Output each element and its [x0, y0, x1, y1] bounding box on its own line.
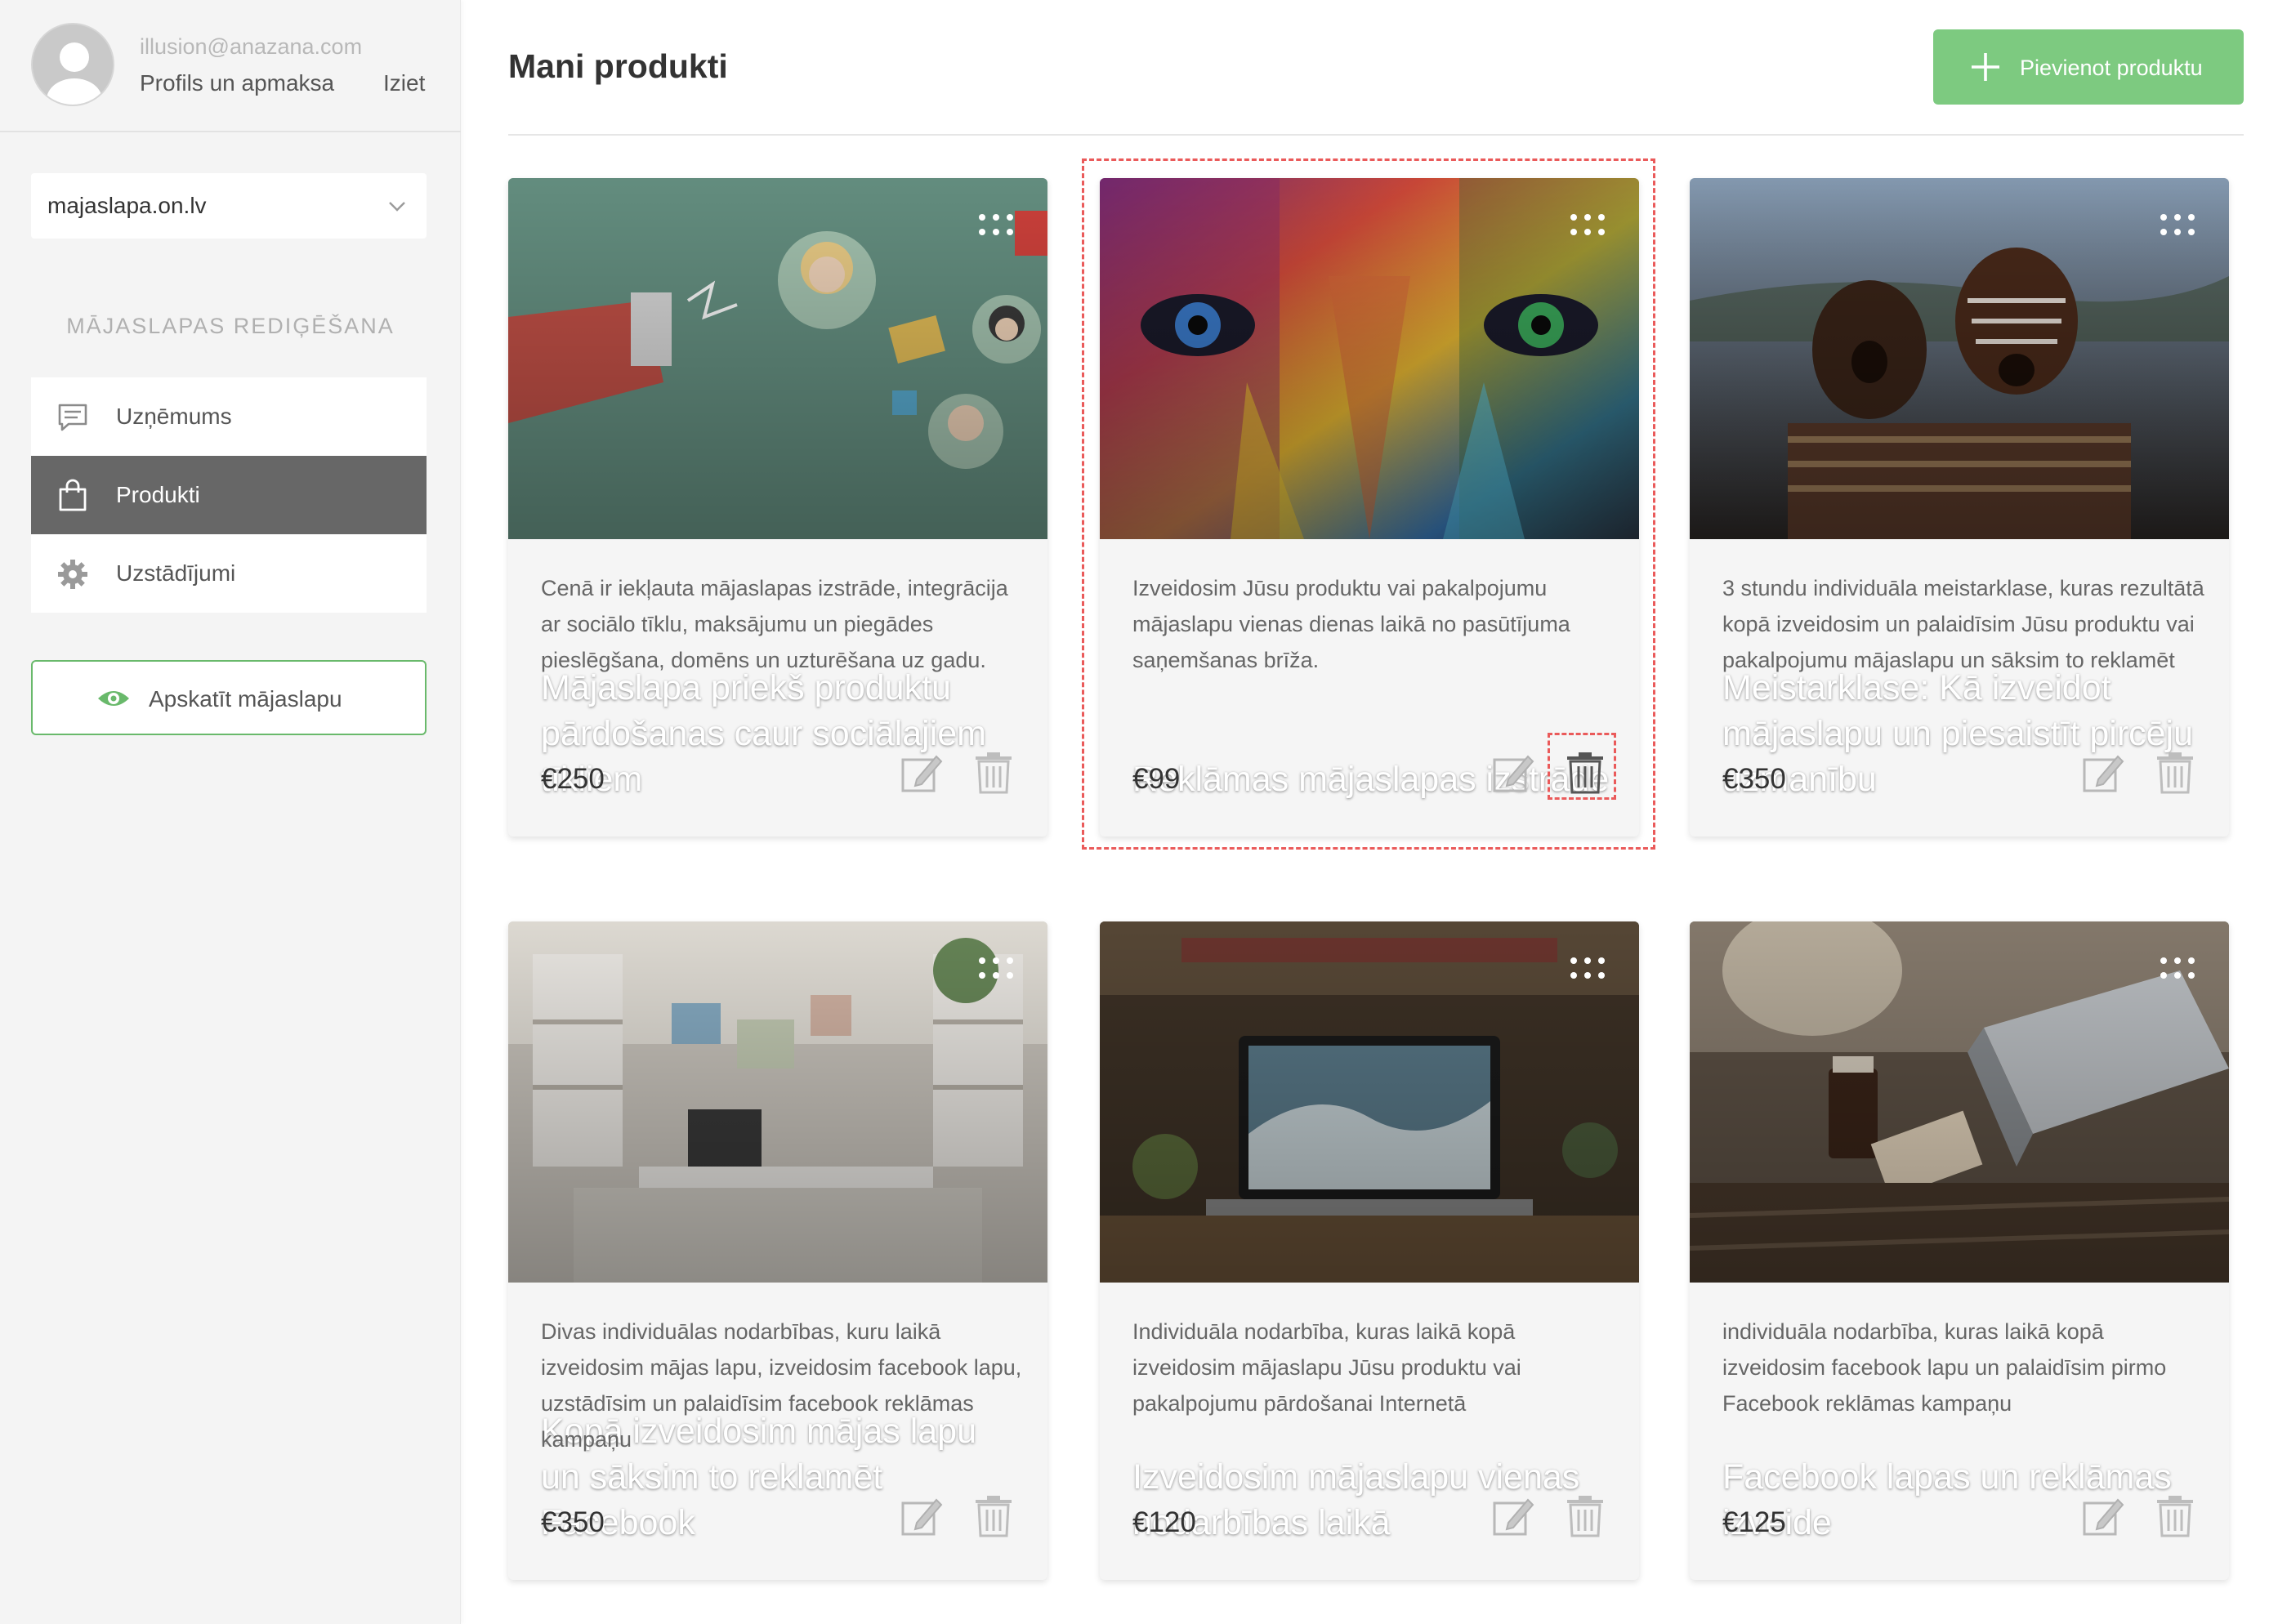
user-email: illusion@anazana.com: [140, 34, 363, 59]
sidebar-item-settings[interactable]: Uzstādījumi: [31, 534, 427, 613]
image-overlay: [1690, 178, 2229, 539]
more-options-icon[interactable]: [2159, 956, 2196, 980]
product-card[interactable]: Facebook lapas un reklāmas izveide indiv…: [1690, 921, 2229, 1580]
add-product-button[interactable]: Pievienot produktu: [1933, 29, 2244, 105]
gear-icon: [58, 560, 87, 589]
section-title: MĀJASLAPAS REDIĢĒŠANA: [66, 314, 395, 338]
image-overlay: [508, 178, 1047, 539]
trash-icon[interactable]: [1566, 1495, 1605, 1537]
logout-link[interactable]: Iziet: [383, 70, 425, 96]
view-site-button[interactable]: Apskatīt mājaslapu: [31, 660, 427, 735]
chevron-down-icon: [389, 202, 405, 212]
product-card[interactable]: Reklāmas mājaslapas izstrāde Izveidosim …: [1100, 178, 1639, 837]
product-price: €120: [1132, 1506, 1196, 1538]
sidebar-item-label: Uzstādījumi: [116, 560, 236, 586]
image-overlay: [508, 921, 1047, 1283]
plus-icon: [1972, 53, 1999, 81]
product-card[interactable]: Meistarklase: Kā izveidot mājaslapu un p…: [1690, 178, 2229, 837]
site-selector-dropdown[interactable]: majaslapa.on.lv: [31, 173, 427, 239]
product-title: Meistarklase: Kā izveidot mājaslapu un p…: [1722, 668, 2194, 799]
edit-icon[interactable]: [900, 1495, 943, 1537]
site-selector-value: majaslapa.on.lv: [47, 193, 207, 218]
edit-icon[interactable]: [1492, 752, 1534, 794]
bag-icon: [59, 479, 87, 511]
product-price: €250: [541, 763, 605, 795]
eye-icon: [98, 691, 129, 706]
header-divider: [508, 134, 2244, 136]
more-options-icon[interactable]: [977, 956, 1015, 980]
chat-icon: [58, 404, 87, 431]
image-overlay: [1100, 921, 1639, 1283]
product-description: Cenā ir iekļauta mājaslapas izstrāde, in…: [541, 576, 1008, 672]
sidebar-item-company[interactable]: Uzņēmums: [31, 377, 427, 456]
product-description: Individuāla nodarbība, kuras laikā kopā …: [1132, 1319, 1521, 1416]
trash-icon[interactable]: [974, 752, 1013, 794]
profile-billing-link[interactable]: Profils un apmaksa: [140, 70, 334, 96]
trash-icon[interactable]: [2155, 1495, 2195, 1537]
trash-icon[interactable]: [2155, 752, 2195, 794]
sidebar-menu: Uzņēmums Produkti Uzstādījumi: [31, 377, 427, 613]
product-card[interactable]: Mājaslapa priekš produktu pārdošanas cau…: [508, 178, 1047, 837]
trash-icon[interactable]: [1566, 752, 1605, 794]
sidebar-item-products[interactable]: Produkti: [31, 456, 427, 534]
more-options-icon[interactable]: [1569, 956, 1606, 980]
product-price: €350: [541, 1506, 605, 1538]
view-site-label: Apskatīt mājaslapu: [149, 686, 342, 712]
product-description: Izveidosim Jūsu produktu vai pakalpojumu…: [1132, 576, 1570, 672]
edit-icon[interactable]: [1492, 1495, 1534, 1537]
product-description: 3 stundu individuāla meistarklase, kuras…: [1722, 576, 2204, 672]
trash-icon[interactable]: [974, 1495, 1013, 1537]
more-options-icon[interactable]: [1569, 212, 1606, 237]
more-options-icon[interactable]: [977, 212, 1015, 237]
product-price: €125: [1722, 1506, 1786, 1538]
product-card[interactable]: Izveidosim mājaslapu vienas nodarbības l…: [1100, 921, 1639, 1580]
sidebar-item-label: Uzņēmums: [116, 404, 232, 429]
avatar-icon[interactable]: [31, 23, 114, 106]
product-description: individuāla nodarbība, kuras laikā kopā …: [1722, 1319, 2167, 1416]
edit-icon[interactable]: [900, 752, 943, 794]
more-options-icon[interactable]: [2159, 212, 2196, 237]
product-description: Divas individuālas nodarbības, kuru laik…: [541, 1319, 1022, 1452]
product-title: Facebook lapas un reklāmas izveide: [1722, 1457, 2172, 1542]
sidebar: illusion@anazana.com Profils un apmaksa …: [0, 0, 461, 1624]
product-title: Reklāmas mājaslapas izstrāde: [1132, 760, 1610, 799]
edit-icon[interactable]: [2082, 1495, 2124, 1537]
product-card[interactable]: Kopā izveidosim mājas lapu un sāksim to …: [508, 921, 1047, 1580]
add-product-label: Pievienot produktu: [2020, 56, 2203, 80]
image-overlay: [1690, 921, 2229, 1283]
image-overlay: [1100, 178, 1639, 539]
product-title: Mājaslapa priekš produktu pārdošanas cau…: [541, 668, 986, 799]
profile-panel: illusion@anazana.com Profils un apmaksa …: [0, 0, 461, 132]
edit-icon[interactable]: [2082, 752, 2124, 794]
page-title: Mani produkti: [508, 47, 728, 85]
sidebar-item-label: Produkti: [116, 482, 200, 507]
product-title: Izveidosim mājaslapu vienas nodarbības l…: [1132, 1457, 1580, 1542]
product-price: €99: [1132, 763, 1181, 795]
product-price: €350: [1722, 763, 1786, 795]
